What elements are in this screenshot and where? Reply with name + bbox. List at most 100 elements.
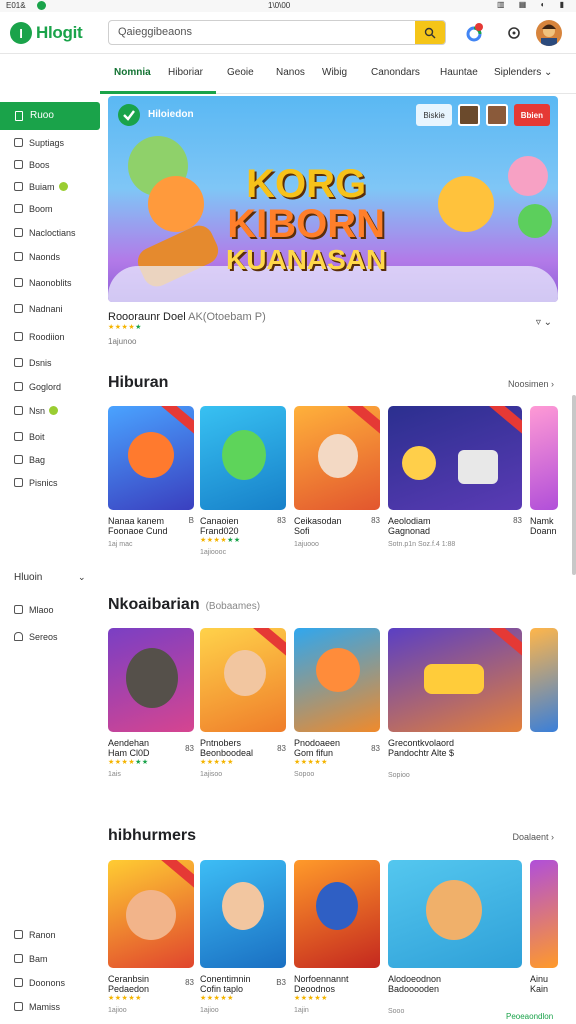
sidebar-item[interactable]: Bam [14, 954, 48, 968]
tab-wibig[interactable]: Wibig [322, 67, 347, 78]
game-card[interactable]: Namk Doann [530, 406, 558, 536]
tab-canondars[interactable]: Canondars [371, 67, 420, 78]
game-card[interactable] [530, 628, 558, 732]
chevron-down-icon[interactable]: ▿ ⌄ [536, 317, 552, 328]
game-card[interactable]: Aendehan Ham Cl0D 83 ★★★★★★ 1ais [108, 628, 194, 778]
game-meta: 1ajioo [200, 1007, 219, 1014]
game-card[interactable]: Conentimnin Cofin taplo B3 ★★★★★ 1ajioo [200, 860, 286, 1014]
sidebar-item-active[interactable]: Ruoo [0, 102, 100, 130]
notifications-icon[interactable] [464, 23, 484, 43]
hero-caption-muted: AK(Otoebam P) [188, 311, 266, 323]
list-icon [14, 358, 23, 367]
section-more-link[interactable]: Doalaent › [512, 832, 554, 842]
game-title: Aeolodiam [388, 516, 431, 526]
sidebar-item[interactable]: Sereos [14, 632, 58, 646]
game-meta: 1aj mac [108, 541, 133, 548]
sidebar-item[interactable]: Nacloctians [14, 228, 76, 242]
sidebar-item[interactable]: Naonoblits [14, 278, 72, 292]
tab-nomnia[interactable]: Nomnia [114, 67, 151, 78]
game-thumbnail [294, 628, 380, 732]
sidebar-section-header[interactable]: Hluoin ⌄ [14, 572, 86, 583]
sidebar-item-label: Naonds [29, 252, 61, 262]
scrollbar[interactable] [572, 395, 576, 575]
game-subtitle: Deoodnos [294, 984, 336, 994]
game-subtitle: Foonaoe Cund [108, 526, 168, 536]
category-tabs: Nomnia Hiboriar Geoie Nanos Wibig Canond… [100, 54, 576, 94]
sidebar-item[interactable]: Boit [14, 432, 45, 446]
sidebar-item[interactable]: Mlaoo [14, 605, 54, 619]
sidebar-item[interactable]: Naonds [14, 252, 60, 266]
sidebar-item-label: Bag [29, 455, 46, 465]
game-thumbnail [108, 860, 194, 968]
sidebar-item[interactable]: Dsnis [14, 358, 52, 372]
sidebar-item[interactable]: Pisnics [14, 478, 58, 492]
sidebar-item[interactable]: Roodiion [14, 332, 65, 346]
sidebar-item[interactable]: Boom [14, 204, 53, 218]
game-card[interactable]: Ceranbsin Pedaedon 83 ★★★★★ 1ajioo [108, 860, 194, 1014]
chevron-down-icon: ⌄ [78, 572, 86, 582]
avatar-face-icon [541, 24, 557, 46]
game-card[interactable]: Aeolodiam Gagnonad 83 Sotn.p1n Soz.f.4 1… [388, 406, 522, 548]
section-more-link[interactable]: Noosimen › [508, 379, 554, 389]
game-count: 83 [513, 516, 522, 525]
hero-caption-title[interactable]: Roooraunr Doel AK(Otoebam P) [108, 311, 558, 323]
footer-link[interactable]: Peoeaondlon [506, 1012, 553, 1021]
game-title: Norfoennannt [294, 974, 349, 984]
logo[interactable]: I Hlogit [10, 21, 83, 45]
game-character-graphic [316, 648, 360, 692]
game-title: Ceikasodan [294, 516, 342, 526]
home-icon [14, 632, 23, 641]
tab-hiboriar[interactable]: Hiboriar [168, 67, 203, 78]
list-icon [14, 605, 23, 614]
rating-stars: ★★★★★ [108, 324, 142, 331]
hero-character-graphic [518, 204, 552, 238]
verified-icon [118, 104, 140, 126]
sidebar-item[interactable]: Mamiss [14, 1002, 60, 1016]
sidebar-item[interactable]: Buiam [14, 182, 68, 196]
sidebar-item[interactable]: Doonons [14, 978, 65, 992]
sale-ribbon [485, 628, 522, 661]
tab-siplenders[interactable]: Siplenders ⌄ [494, 67, 552, 78]
game-meta: Sopioo [388, 772, 410, 779]
hero-character-graphic [438, 176, 494, 232]
sidebar-item[interactable]: Suptiags [14, 138, 64, 152]
game-card[interactable]: Alodoeodnon Badooooden Sooo [388, 860, 522, 1015]
tab-hauntae[interactable]: Hauntae [440, 67, 478, 78]
sidebar-item[interactable]: Goglord [14, 382, 61, 396]
hero-badge-sale[interactable]: Bbien [513, 104, 550, 126]
game-card[interactable]: Pntnobers Beonboodeal 83 ★★★★★ 1ajisoo [200, 628, 286, 778]
search-button[interactable] [415, 21, 445, 44]
search-bar[interactable]: Qaieggibeaons [108, 20, 446, 45]
game-card[interactable]: Ceikasodan Sofi 83 1ajuooo [294, 406, 380, 548]
hero-badge[interactable]: Biskie [416, 104, 452, 126]
game-title: Ceranbsin [108, 974, 150, 984]
sidebar-item-label: Goglord [29, 382, 62, 392]
game-card[interactable]: Canaoien Frand020 83 ★★★★★★ 1ajioooc [200, 406, 286, 556]
hero-banner[interactable]: Hiloiedon Biskie Bbien KORG KIBORN KUANA… [108, 96, 558, 302]
game-card[interactable]: Pnodoaeen Gom fifun 83 ★★★★★ Sopoo [294, 628, 380, 778]
section-more-label: Noosimen [507, 379, 549, 389]
game-card[interactable]: Norfoennannt Deoodnos ★★★★★ 1ajin [294, 860, 380, 1014]
game-card[interactable]: Grecontkvolaord Pandochtr Alte $ Sopioo [388, 628, 522, 779]
game-card[interactable]: Nanaa kanem Foonaoe Cund B 1aj mac [108, 406, 194, 548]
sidebar-item[interactable]: Nsn [14, 406, 59, 420]
settings-icon[interactable] [504, 23, 524, 43]
sidebar-item[interactable]: Boos [14, 160, 50, 174]
rating-stars: ★★★★★ [200, 995, 234, 1002]
tab-geoie[interactable]: Geoie [227, 67, 254, 78]
search-input[interactable]: Qaieggibeaons [118, 26, 192, 38]
sidebar-item[interactable]: Nadnani [14, 304, 63, 318]
sale-ribbon [157, 406, 194, 439]
game-card[interactable]: Ainu Kain [530, 860, 558, 994]
sidebar-item-label: Suptiags [29, 138, 65, 148]
list-icon [14, 332, 23, 341]
tab-nanos[interactable]: Nanos [276, 67, 305, 78]
sidebar-item-label: Doonons [29, 978, 66, 988]
list-icon [14, 304, 23, 313]
avatar[interactable] [536, 20, 562, 46]
list-icon [14, 1002, 23, 1011]
sidebar-item[interactable]: Bag [14, 455, 45, 469]
sale-ribbon [157, 860, 194, 893]
sidebar-item[interactable]: Ranon [14, 930, 56, 944]
game-title: Grecontkvolaord [388, 738, 455, 748]
